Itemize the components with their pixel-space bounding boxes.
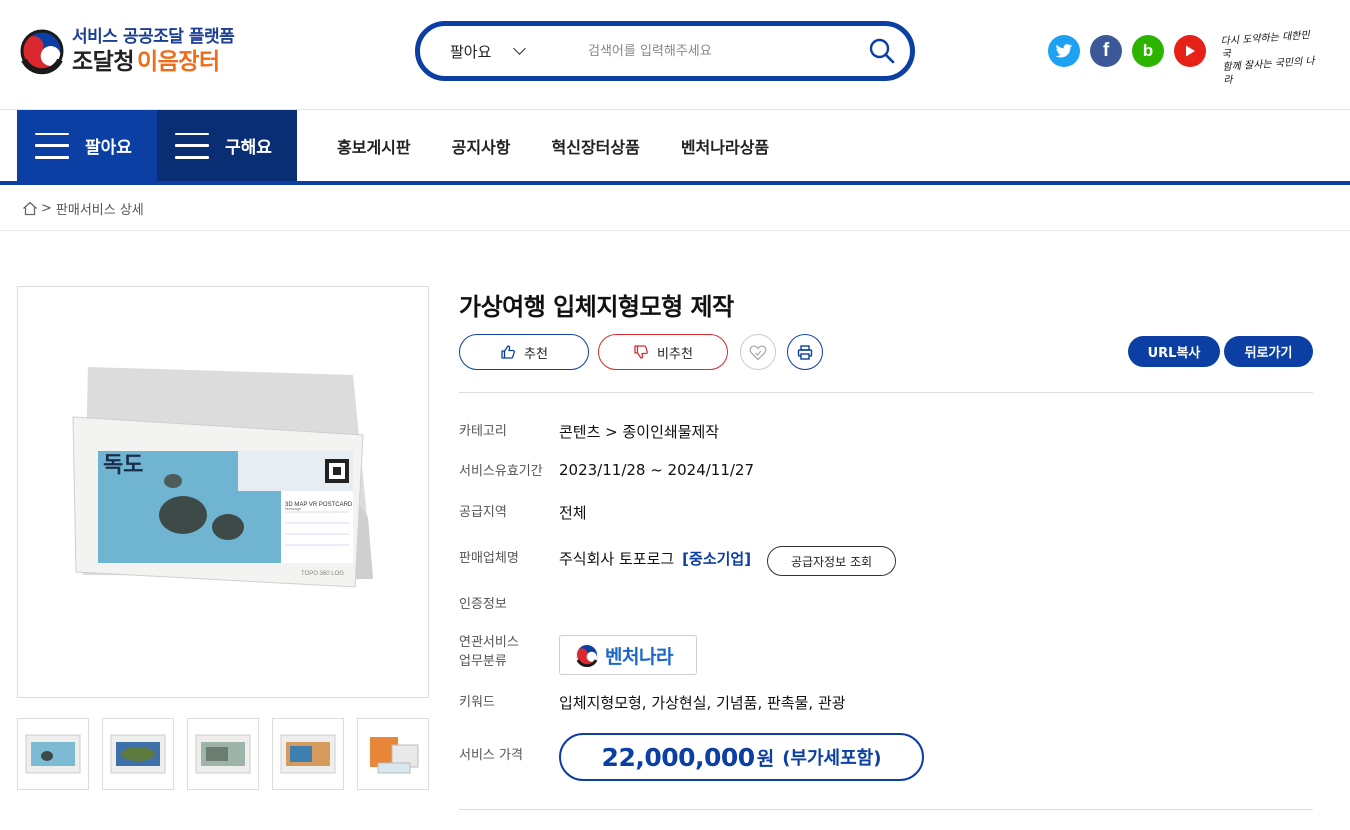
taegeuk-icon <box>575 643 599 667</box>
not-recommend-button[interactable]: 비추천 <box>598 334 728 370</box>
printer-icon <box>797 344 813 360</box>
venture-nara-badge[interactable]: 벤처나라 <box>559 635 697 675</box>
postcard-frame-image: 독도 3D MAP VR POSTCARD Message TOPO 360 L… <box>72 367 373 588</box>
logo-tagline: 서비스 공공조달 플랫폼 <box>72 26 235 47</box>
thumbs-down-icon <box>634 345 648 359</box>
site-header: 서비스 공공조달 플랫폼 조달청이음장터 팔아요 f b <box>0 0 1350 110</box>
recommend-label: 추천 <box>524 346 548 362</box>
not-recommend-label: 비추천 <box>657 346 693 362</box>
site-logo[interactable]: 서비스 공공조달 플랫폼 조달청 이음장터 <box>17 26 235 76</box>
postcard-title-text: 독도 <box>103 452 143 478</box>
blog-icon: b <box>1142 41 1154 60</box>
nav-link-notices[interactable]: 공지사항 <box>452 134 511 158</box>
category-label: 카테고리 <box>459 424 507 439</box>
youtube-link[interactable] <box>1174 35 1206 67</box>
product-thumbnails <box>17 718 442 790</box>
chevron-down-icon <box>513 42 527 55</box>
related-service-label: 연관서비스 업무분류 <box>459 635 519 669</box>
price-label: 서비스 가격 <box>459 748 523 763</box>
twitter-icon <box>1055 43 1073 57</box>
product-title: 가상여행 입체지형모형 제작 <box>459 293 734 321</box>
product-main-image[interactable]: 독도 3D MAP VR POSTCARD Message TOPO 360 L… <box>17 286 429 698</box>
seller-name: 주식회사 토포로그 <box>559 550 675 568</box>
thumbnail-image <box>370 737 419 774</box>
thumbnail-item[interactable] <box>357 718 429 790</box>
thumbnail-image <box>280 734 336 774</box>
breadcrumb-current: 판매서비스 상세 <box>55 203 144 218</box>
hamburger-icon <box>35 132 69 159</box>
facebook-link[interactable]: f <box>1090 35 1122 67</box>
seller-value: 주식회사 토포로그 [중소기업] <box>559 548 751 569</box>
search-icon <box>869 38 895 64</box>
logo-org-name: 조달청 <box>72 48 134 75</box>
search-bar: 팔아요 <box>415 21 915 81</box>
supplier-info-button[interactable]: 공급자정보 조회 <box>767 546 896 576</box>
thumbnail-item[interactable] <box>17 718 89 790</box>
nav-sell-label: 팔아요 <box>85 138 132 158</box>
url-copy-button[interactable]: URL복사 <box>1128 336 1220 367</box>
postcard-brand: TOPO 360 LOG <box>301 571 344 577</box>
twitter-link[interactable] <box>1048 35 1080 67</box>
nav-sell-menu[interactable]: 팔아요 <box>17 110 157 181</box>
seller-label: 판매업체명 <box>459 551 519 566</box>
keyword-label: 키워드 <box>459 695 495 710</box>
region-value: 전체 <box>559 504 587 522</box>
divider <box>459 392 1313 393</box>
thumbnail-item[interactable] <box>102 718 174 790</box>
nav-links: 홍보게시판 공지사항 혁신장터상품 벤처나라상품 <box>337 110 810 181</box>
back-button[interactable]: 뒤로가기 <box>1224 336 1313 367</box>
price-display: 22,000,000 원 (부가세포함) <box>559 733 924 781</box>
social-links: f b <box>1048 35 1216 67</box>
keyword-value: 입체지형모형, 가상현실, 기념품, 판촉물, 관광 <box>559 694 846 712</box>
nav-link-promo-board[interactable]: 홍보게시판 <box>337 134 411 158</box>
logo-brand-name: 이음장터 <box>136 48 220 75</box>
divider <box>0 230 1350 231</box>
thumbnail-item[interactable] <box>187 718 259 790</box>
search-category-value: 팔아요 <box>450 42 492 61</box>
price-vat-note: (부가세포함) <box>782 748 882 769</box>
nav-link-venture-products[interactable]: 벤처나라상품 <box>681 134 769 158</box>
validity-label: 서비스유효기간 <box>459 464 543 479</box>
taegeuk-logo-icon <box>18 27 66 75</box>
print-button[interactable] <box>787 334 823 370</box>
facebook-icon: f <box>1102 40 1110 61</box>
hamburger-icon <box>175 132 209 159</box>
venture-nara-label: 벤처나라 <box>605 645 673 668</box>
main-nav: 팔아요 구해요 홍보게시판 공지사항 혁신장터상품 벤처나라상품 <box>0 110 1350 185</box>
heart-icon <box>749 344 767 360</box>
government-slogan: 다시 도약하는 대한민국 함께 잘사는 국민의 나라 <box>1220 30 1316 87</box>
search-button[interactable] <box>854 26 910 76</box>
postcard-card-sub: Message <box>285 506 302 511</box>
thumbnail-image <box>25 734 81 774</box>
validity-value: 2023/11/28 ~ 2024/11/27 <box>559 461 755 479</box>
thumbnail-item[interactable] <box>272 718 344 790</box>
region-label: 공급지역 <box>459 505 507 520</box>
nav-buy-menu[interactable]: 구해요 <box>157 110 297 181</box>
nav-buy-label: 구해요 <box>225 138 272 158</box>
nav-link-innovation-products[interactable]: 혁신장터상품 <box>552 134 640 158</box>
price-unit: 원 <box>756 747 775 770</box>
search-category-select[interactable]: 팔아요 <box>420 26 540 76</box>
price-amount: 22,000,000 <box>601 742 756 772</box>
sme-badge: [중소기업] <box>682 550 752 568</box>
divider <box>459 809 1313 810</box>
blog-link[interactable]: b <box>1132 35 1164 67</box>
category-value: 콘텐츠 > 종이인쇄물제작 <box>559 423 720 441</box>
thumbnail-image <box>195 734 251 774</box>
favorite-button[interactable] <box>740 334 776 370</box>
thumbnail-image <box>110 734 166 774</box>
thumbs-up-icon <box>501 345 515 359</box>
search-input[interactable] <box>540 26 854 76</box>
product-actions: 추천 비추천 <box>459 334 823 370</box>
youtube-icon <box>1186 45 1195 57</box>
breadcrumb-separator: > <box>41 201 52 216</box>
recommend-button[interactable]: 추천 <box>459 334 589 370</box>
breadcrumb: > 판매서비스 상세 <box>22 199 144 218</box>
home-icon[interactable] <box>22 201 38 216</box>
certification-label: 인증정보 <box>459 597 507 612</box>
